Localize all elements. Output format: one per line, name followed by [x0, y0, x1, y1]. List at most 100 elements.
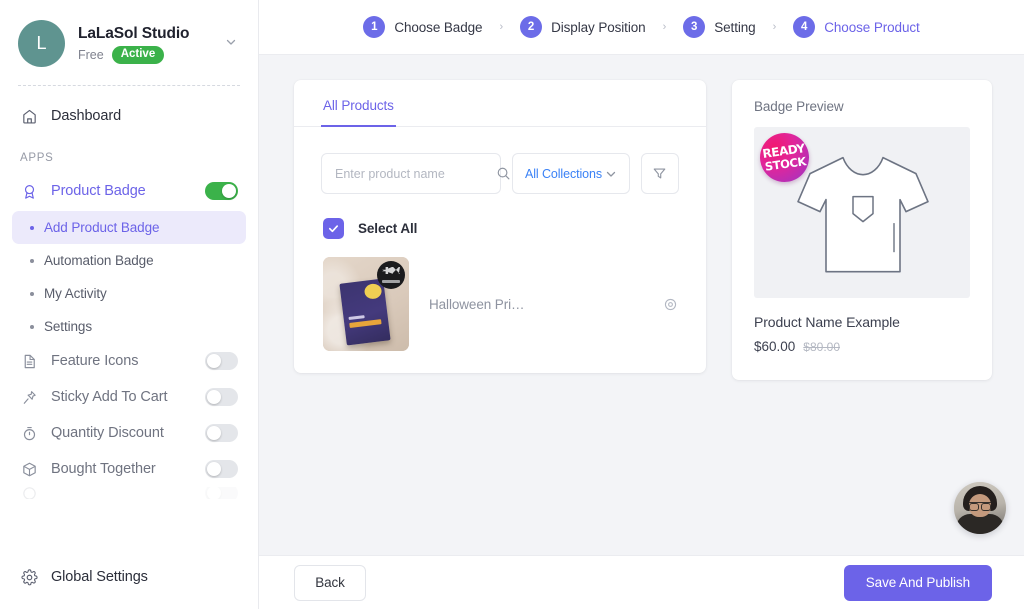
price-current: $60.00 — [754, 339, 796, 354]
sidebar-item-product-badge[interactable]: Product Badge — [12, 173, 246, 209]
check-icon — [328, 225, 339, 233]
wizard-footer: Back Save And Publish — [259, 555, 1024, 609]
stepper: 1 Choose Badge › 2 Display Position › 3 … — [363, 16, 920, 38]
sidebar-item-cutoff[interactable] — [12, 487, 246, 499]
product-badge-toggle[interactable] — [205, 182, 238, 200]
bullet-icon — [30, 291, 34, 296]
box-icon — [20, 460, 39, 479]
products-panel: All Products All Collections — [294, 80, 706, 373]
bullet-icon — [30, 258, 34, 263]
preview-product-name: Product Name Example — [754, 314, 900, 330]
step-setting[interactable]: 3 Setting — [683, 16, 756, 38]
chevron-right-icon: › — [499, 21, 504, 33]
step-display-position[interactable]: 2 Display Position — [520, 16, 646, 38]
select-all-checkbox[interactable] — [323, 218, 344, 239]
timer-icon — [20, 424, 39, 443]
sidebar-item-label: Quantity Discount — [51, 425, 164, 441]
step-label: Display Position — [551, 19, 646, 35]
products-filters: All Collections — [294, 127, 706, 194]
tshirt-icon — [797, 156, 929, 272]
select-all-label: Select All — [358, 221, 418, 236]
step-choose-badge[interactable]: 1 Choose Badge — [363, 16, 483, 38]
badge-preview-panel: Badge Preview READY STOCK Product Name E… — [732, 80, 992, 380]
sidebar-item-label: Global Settings — [51, 569, 148, 585]
sidebar-item-label: Sticky Add To Cart — [51, 389, 168, 405]
sidebar-item-label — [51, 487, 55, 499]
chevron-down-icon[interactable] — [222, 36, 240, 51]
sidebar-divider — [18, 85, 240, 86]
step-choose-product[interactable]: 4 Choose Product — [793, 16, 920, 38]
chevron-right-icon: › — [662, 21, 667, 33]
placeholder-icon — [20, 487, 39, 499]
sidebar-subitem-label: Automation Badge — [44, 253, 154, 268]
sidebar-subitem-label: Add Product Badge — [44, 220, 160, 235]
pin-icon — [20, 388, 39, 407]
sidebar-item-add-product-badge[interactable]: Add Product Badge — [12, 211, 246, 244]
step-number: 3 — [683, 16, 706, 38]
sidebar-item-bought-together[interactable]: Bought Together — [12, 451, 246, 487]
home-icon — [20, 107, 39, 126]
feature-icons-toggle[interactable] — [205, 352, 238, 370]
wizard-header: 1 Choose Badge › 2 Display Position › 3 … — [259, 0, 1024, 55]
sidebar-item-automation-badge[interactable]: Automation Badge — [12, 244, 246, 277]
bullet-icon — [30, 324, 34, 329]
product-thumbnail — [323, 257, 409, 351]
gear-icon — [20, 568, 39, 587]
back-button[interactable]: Back — [294, 564, 366, 601]
sidebar: L LaLaSol Studio Free Active Dashboard A… — [0, 0, 259, 609]
sidebar-subitem-label: My Activity — [44, 286, 107, 301]
eye-icon[interactable] — [661, 295, 679, 313]
search-field[interactable] — [321, 153, 510, 194]
quantity-discount-toggle[interactable] — [205, 424, 238, 442]
sidebar-subitem-label: Settings — [44, 319, 92, 334]
step-label: Setting — [714, 19, 756, 35]
filter-icon — [652, 166, 667, 181]
sidebar-item-sticky-add-to-cart[interactable]: Sticky Add To Cart — [12, 379, 246, 415]
status-badge: Active — [111, 45, 165, 64]
chevron-right-icon: › — [772, 21, 777, 33]
preview-image: READY STOCK — [754, 127, 970, 298]
filter-button[interactable] — [640, 153, 679, 194]
select-all-row[interactable]: Select All — [294, 194, 706, 239]
bullet-icon — [30, 225, 34, 230]
sidebar-item-global-settings[interactable]: Global Settings — [12, 559, 246, 595]
app-root: L LaLaSol Studio Free Active Dashboard A… — [0, 0, 1024, 609]
account-name: LaLaSol Studio — [78, 24, 190, 42]
bought-together-toggle[interactable] — [205, 460, 238, 478]
search-input[interactable] — [335, 166, 496, 181]
preview-prices: $60.00 $80.00 — [754, 339, 970, 354]
account-switcher[interactable]: L LaLaSol Studio Free Active — [0, 0, 258, 67]
save-and-publish-button[interactable]: Save And Publish — [843, 564, 992, 601]
step-number: 2 — [520, 16, 543, 38]
sidebar-item-settings[interactable]: Settings — [12, 310, 246, 343]
products-tabs: All Products — [294, 80, 706, 127]
cutoff-toggle[interactable] — [205, 487, 238, 499]
chevron-down-icon — [605, 168, 617, 180]
sidebar-item-quantity-discount[interactable]: Quantity Discount — [12, 415, 246, 451]
sidebar-item-dashboard[interactable]: Dashboard — [12, 98, 246, 134]
product-name: Halloween Pri… — [429, 296, 525, 312]
preview-title: Badge Preview — [754, 99, 844, 114]
step-number: 1 — [363, 16, 386, 38]
collections-select[interactable]: All Collections — [512, 153, 630, 194]
sidebar-footer: Global Settings — [0, 559, 258, 609]
table-row[interactable]: Halloween Pri… — [294, 239, 706, 373]
tab-all-products[interactable]: All Products — [321, 80, 396, 127]
sidebar-item-label: Product Badge — [51, 183, 146, 199]
price-original: $80.00 — [803, 340, 840, 354]
sidebar-item-my-activity[interactable]: My Activity — [12, 277, 246, 310]
sidebar-item-label: Bought Together — [51, 461, 156, 477]
step-number: 4 — [793, 16, 816, 38]
sidebar-item-label: Dashboard — [51, 108, 122, 124]
support-avatar-icon[interactable] — [954, 482, 1006, 534]
main-area: 1 Choose Badge › 2 Display Position › 3 … — [259, 0, 1024, 609]
sticky-add-to-cart-toggle[interactable] — [205, 388, 238, 406]
sidebar-section-title: APPS — [20, 152, 54, 164]
badge-icon — [20, 182, 39, 201]
sidebar-nav: Dashboard APPS Product Badge Add Product… — [0, 98, 258, 499]
collections-select-value: All Collections — [525, 166, 603, 181]
step-label: Choose Product — [824, 19, 920, 35]
sidebar-item-label: Feature Icons — [51, 353, 139, 369]
sidebar-item-feature-icons[interactable]: Feature Icons — [12, 343, 246, 379]
product-badge-subnav: Add Product Badge Automation Badge My Ac… — [12, 211, 246, 343]
